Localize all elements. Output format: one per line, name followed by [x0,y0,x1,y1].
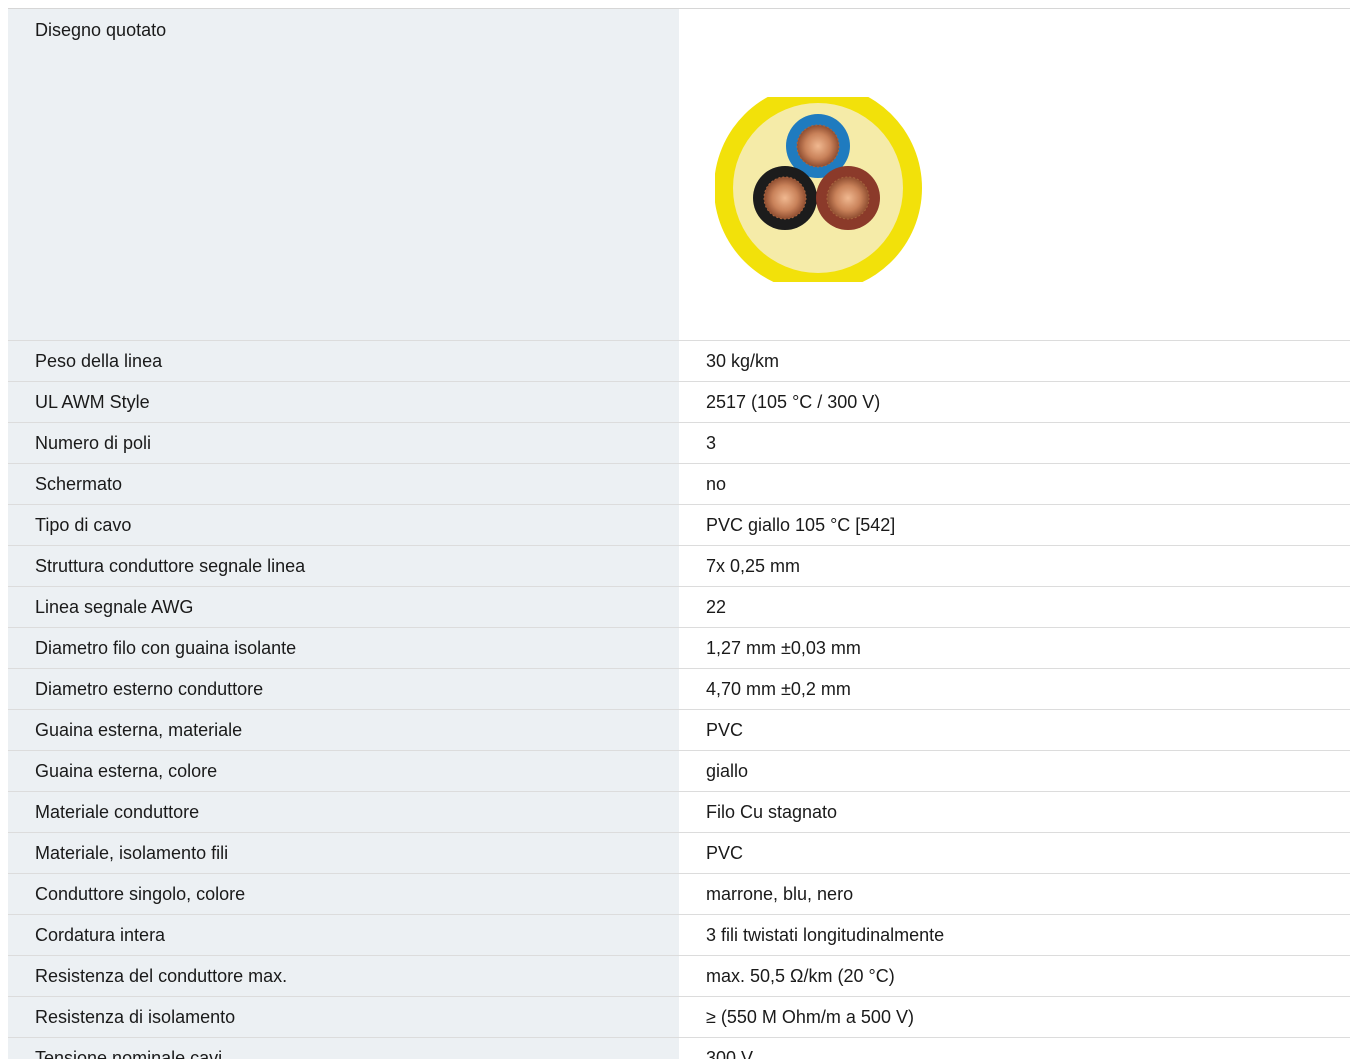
spec-table: Disegno quotato Peso della linea 30 kg/k… [8,9,1350,1059]
cable-cross-section-icon [715,97,922,282]
spec-label: UL AWM Style [8,382,679,422]
spec-row: Materiale conduttore Filo Cu stagnato [8,792,1350,833]
spec-row: Resistenza del conduttore max. max. 50,5 … [8,956,1350,997]
spec-value: marrone, blu, nero [679,874,1350,914]
spec-value: giallo [679,751,1350,791]
spec-row: Guaina esterna, materiale PVC [8,710,1350,751]
spec-value: 22 [679,587,1350,627]
drawing-row: Disegno quotato [8,9,1350,341]
spec-page: Disegno quotato Peso della linea 30 kg/k… [0,0,1354,1059]
spec-row: Schermato no [8,464,1350,505]
spec-label: Diametro esterno conduttore [8,669,679,709]
spec-label: Resistenza di isolamento [8,997,679,1037]
spec-label: Guaina esterna, colore [8,751,679,791]
spec-label: Schermato [8,464,679,504]
spec-value: 3 [679,423,1350,463]
spec-label: Peso della linea [8,341,679,381]
spec-row: Resistenza di isolamento ≥ (550 M Ohm/m a… [8,997,1350,1038]
spec-label: Conduttore singolo, colore [8,874,679,914]
spec-value: ≥ (550 M Ohm/m a 500 V) [679,997,1350,1037]
spec-value: 300 V [679,1038,1350,1059]
spec-label: Struttura conduttore segnale linea [8,546,679,586]
spec-value: PVC giallo 105 °C [542] [679,505,1350,545]
spec-row: Diametro filo con guaina isolante 1,27 mm… [8,628,1350,669]
spec-row: UL AWM Style 2517 (105 °C / 300 V) [8,382,1350,423]
spec-row: Tipo di cavo PVC giallo 105 °C [542] [8,505,1350,546]
spec-label: Numero di poli [8,423,679,463]
spec-value: 2517 (105 °C / 300 V) [679,382,1350,422]
spec-value: 1,27 mm ±0,03 mm [679,628,1350,668]
spec-row: Guaina esterna, colore giallo [8,751,1350,792]
spec-value: PVC [679,710,1350,750]
spec-row: Linea segnale AWG 22 [8,587,1350,628]
spec-row: Materiale, isolamento fili PVC [8,833,1350,874]
spec-value: Filo Cu stagnato [679,792,1350,832]
drawing-label: Disegno quotato [8,9,679,340]
spec-row: Numero di poli 3 [8,423,1350,464]
spec-label: Materiale, isolamento fili [8,833,679,873]
spec-label: Diametro filo con guaina isolante [8,628,679,668]
spec-value: 4,70 mm ±0,2 mm [679,669,1350,709]
spec-label: Tensione nominale cavi [8,1038,679,1059]
spec-row: Diametro esterno conduttore 4,70 mm ±0,2 … [8,669,1350,710]
spec-rows: Peso della linea 30 kg/km UL AWM Style 2517… [8,341,1350,1059]
spec-label: Guaina esterna, materiale [8,710,679,750]
spec-value: no [679,464,1350,504]
spec-value: max. 50,5 Ω/km (20 °C) [679,956,1350,996]
drawing-image-cell [679,9,1350,340]
spec-row: Conduttore singolo, colore marrone, blu, … [8,874,1350,915]
spec-row: Peso della linea 30 kg/km [8,341,1350,382]
spec-value: 7x 0,25 mm [679,546,1350,586]
spec-label: Materiale conduttore [8,792,679,832]
spec-row: Struttura conduttore segnale linea 7x 0,2… [8,546,1350,587]
spec-value: 30 kg/km [679,341,1350,381]
spec-value: 3 fili twistati longitudinalmente [679,915,1350,955]
spec-row: Tensione nominale cavi 300 V [8,1038,1350,1059]
spec-row: Cordatura intera 3 fili twistati longitud… [8,915,1350,956]
spec-label: Resistenza del conduttore max. [8,956,679,996]
spec-label: Linea segnale AWG [8,587,679,627]
spec-label: Cordatura intera [8,915,679,955]
spec-label: Tipo di cavo [8,505,679,545]
spec-value: PVC [679,833,1350,873]
